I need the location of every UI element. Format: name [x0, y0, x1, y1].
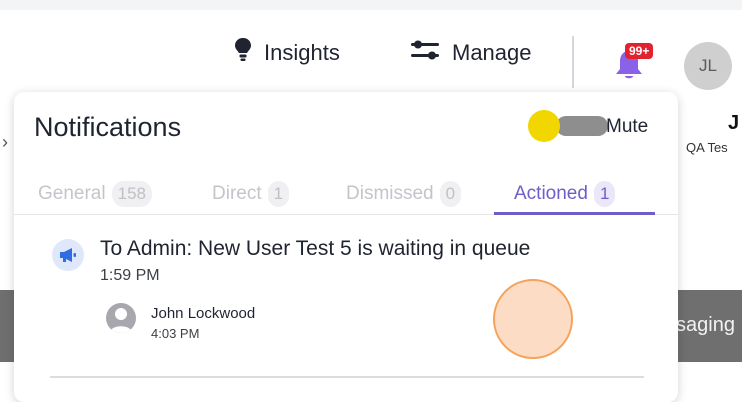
- panel-title: Notifications: [34, 112, 182, 142]
- header-divider: [572, 36, 574, 88]
- background-card-title: J: [728, 112, 740, 134]
- notification-time: 1:59 PM: [100, 267, 160, 284]
- tab-count: 158: [111, 181, 152, 207]
- active-tab-indicator: [494, 212, 655, 215]
- tab-label: Direct: [212, 183, 262, 204]
- insights-button[interactable]: Insights: [234, 38, 340, 68]
- click-marker: [493, 279, 573, 359]
- tab-actioned[interactable]: Actioned 1: [514, 176, 616, 212]
- tab-count: 0: [439, 181, 462, 207]
- user-avatar-button[interactable]: JL: [684, 42, 732, 90]
- avatar-initials: JL: [699, 56, 717, 75]
- tab-label: General: [38, 183, 106, 204]
- notification-count-badge: 99+: [625, 43, 654, 59]
- megaphone-icon: [52, 239, 84, 271]
- actioned-by-time: 4:03 PM: [151, 326, 200, 341]
- background-banner-text: saging: [676, 314, 735, 336]
- top-header: Insights Manage 99+ JL: [0, 10, 742, 92]
- tab-label: Actioned: [514, 183, 588, 204]
- notification-item[interactable]: To Admin: New User Test 5 is waiting in …: [14, 227, 678, 377]
- user-avatar-icon: [106, 303, 136, 333]
- manage-button[interactable]: Manage: [410, 38, 532, 68]
- notification-tabs: General 158 Direct 1 Dismissed 0 Actione…: [14, 176, 678, 215]
- toggle-track: [556, 116, 608, 136]
- manage-label: Manage: [452, 40, 532, 65]
- tab-count: 1: [267, 181, 290, 207]
- tab-label: Dismissed: [346, 183, 434, 204]
- notification-title: To Admin: New User Test 5 is waiting in …: [100, 237, 531, 260]
- toggle-knob: [528, 110, 560, 142]
- tab-count: 1: [593, 181, 616, 207]
- insights-label: Insights: [264, 40, 340, 65]
- item-divider: [50, 376, 644, 378]
- chevron-left-icon[interactable]: ›: [2, 132, 8, 153]
- lightbulb-icon: [234, 37, 252, 69]
- sliders-icon: [410, 38, 440, 68]
- top-strip: [0, 0, 742, 10]
- tab-general[interactable]: General 158: [38, 176, 152, 212]
- mute-toggle[interactable]: [528, 110, 608, 142]
- actioned-by-name: John Lockwood: [151, 305, 256, 322]
- background-card-subtitle: QA Tes: [686, 140, 728, 155]
- tab-dismissed[interactable]: Dismissed 0: [346, 176, 462, 212]
- notifications-panel: Notifications Mute General 158 Direct 1 …: [14, 92, 678, 402]
- tab-direct[interactable]: Direct 1: [212, 176, 290, 212]
- mute-label: Mute: [606, 116, 649, 137]
